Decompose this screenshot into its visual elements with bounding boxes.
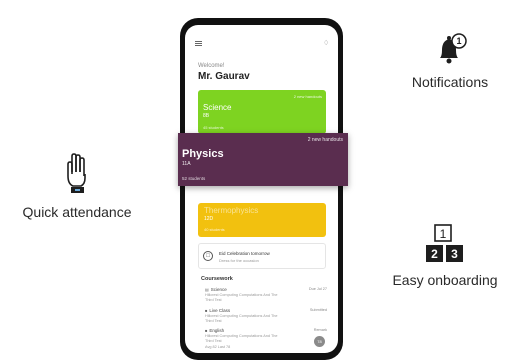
clipboard-icon: ▤	[205, 287, 209, 292]
svg-text:1: 1	[440, 227, 447, 241]
bell-icon: 1	[440, 33, 467, 64]
event-title: Eid Celebration tomorrow	[219, 251, 270, 256]
class-students: 45 students	[203, 125, 224, 130]
calendar-icon: □	[203, 251, 213, 261]
quick-attendance-label: Quick attendance	[22, 204, 132, 220]
class-card-thermophysics[interactable]: Thermophysics 12D 40 students	[198, 203, 326, 237]
coursework-item[interactable]: ■ Live Class Hillcrest Computing Computat…	[205, 308, 327, 324]
class-section: 12D	[204, 216, 214, 222]
class-name: Science	[203, 103, 232, 112]
coursework-subject: English	[209, 328, 225, 333]
coursework-subject: Science	[210, 287, 227, 292]
coursework-item[interactable]: ■ English Hillcrest Computing Computation…	[205, 328, 327, 349]
svg-text:2: 2	[431, 247, 438, 261]
coursework-stats: Avg 82 Last 78	[205, 345, 231, 349]
coursework-desc: Hillcrest Computing Computations And The…	[205, 314, 278, 323]
class-card-physics[interactable]: 2 new handouts Physics 11A 52 students	[178, 133, 348, 186]
numbered-tiles-icon: 1 2 3	[426, 224, 463, 262]
easy-onboarding-label: Easy onboarding	[392, 272, 498, 288]
coursework-status: Due Jul 27	[308, 287, 327, 291]
feature-notifications: 1 Notifications	[400, 30, 500, 90]
coursework-status: Remark	[313, 328, 327, 332]
app-bar: ♢	[185, 25, 338, 47]
class-students: 40 students	[204, 227, 225, 232]
class-students: 52 students	[182, 176, 206, 181]
hamburger-icon[interactable]	[195, 41, 202, 46]
class-card-science[interactable]: 2 new handouts Science 8B 45 students	[198, 90, 326, 134]
class-name: Thermophysics	[204, 206, 259, 215]
event-subtitle: Dress for the occasion	[219, 258, 259, 263]
class-section: 8B	[203, 113, 210, 119]
coursework-title: Coursework	[201, 276, 233, 282]
class-name: Physics	[182, 148, 224, 160]
event-card[interactable]: □ Eid Celebration tomorrow Dress for the…	[198, 243, 326, 269]
user-name: Mr. Gaurav	[198, 71, 250, 82]
handouts-badge: 2 new handouts	[293, 94, 322, 99]
video-icon: ■	[205, 308, 208, 313]
avatar: 78	[314, 336, 325, 347]
feature-easy-onboarding: 1 2 3 Easy onboarding	[384, 222, 506, 288]
coursework-desc: Hillcrest Computing Computations And The…	[205, 334, 278, 343]
notification-badge: 1	[456, 36, 461, 46]
welcome-text: Welcome!	[198, 63, 225, 69]
coursework-item[interactable]: ▤ Science Hillcrest Computing Computation…	[205, 287, 327, 303]
coursework-status: Submitted	[309, 308, 327, 312]
bell-icon[interactable]: ♢	[323, 39, 329, 47]
coursework-desc: Hillcrest Computing Computations And The…	[205, 293, 278, 302]
class-section: 11A	[182, 161, 191, 167]
handouts-badge: 2 new handouts	[307, 137, 343, 143]
app-screen: ♢ Welcome! Mr. Gaurav 2 new handouts Sci…	[185, 25, 338, 353]
notifications-label: Notifications	[411, 74, 489, 90]
book-icon: ■	[205, 328, 208, 333]
feature-quick-attendance: Quick attendance	[2, 150, 152, 220]
svg-text:3: 3	[451, 247, 458, 261]
hand-icon	[67, 153, 86, 193]
phone-mockup: ♢ Welcome! Mr. Gaurav 2 new handouts Sci…	[180, 18, 343, 360]
coursework-subject: Live Class	[209, 308, 231, 313]
